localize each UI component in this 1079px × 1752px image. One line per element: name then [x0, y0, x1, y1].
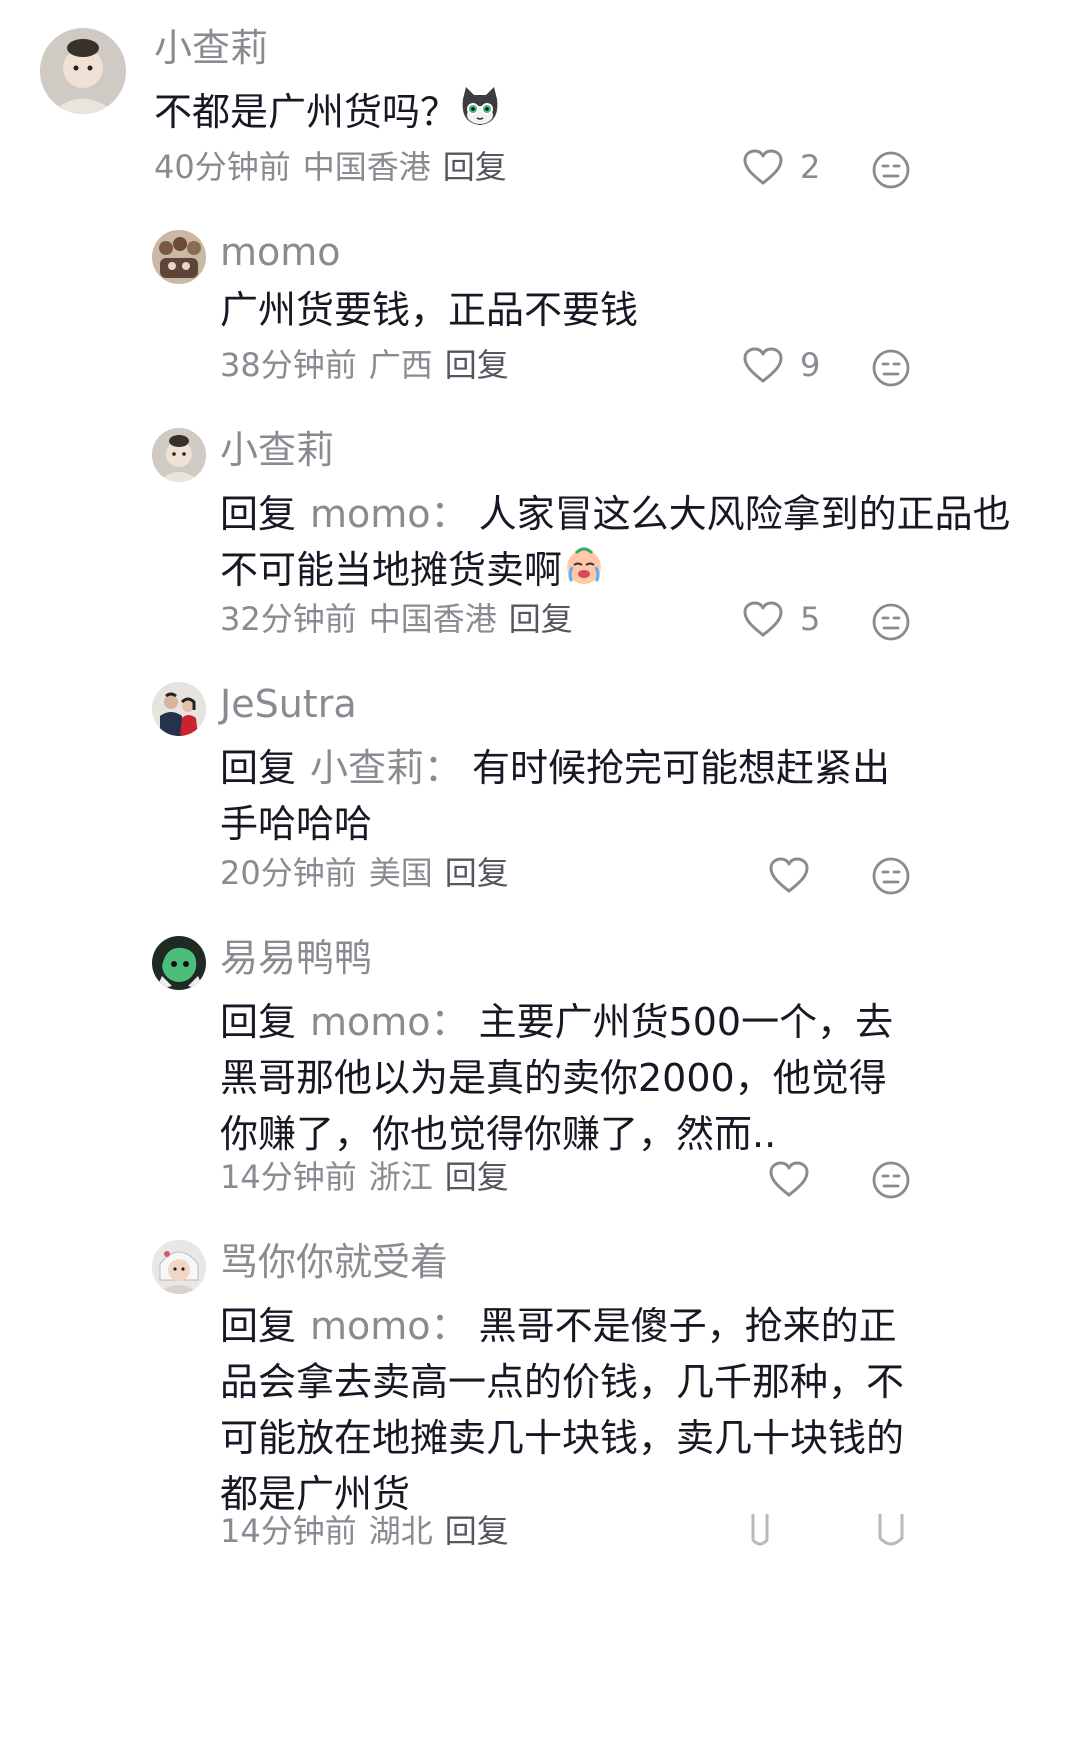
- avatar[interactable]: [152, 230, 206, 284]
- comment-text: 不都是广州货吗？: [154, 84, 1029, 144]
- avatar[interactable]: [152, 682, 206, 736]
- reply-target-username[interactable]: momo: [310, 1000, 431, 1044]
- dislike-icon[interactable]: [871, 1160, 911, 1200]
- username[interactable]: 小查莉: [220, 428, 334, 474]
- dislike-icon[interactable]: [871, 602, 911, 642]
- like-button[interactable]: [768, 856, 810, 894]
- reply-prefix: 回复: [220, 746, 297, 790]
- timestamp: 40分钟前: [154, 148, 291, 186]
- heart-icon: [769, 1161, 809, 1197]
- location: 浙江: [368, 1158, 433, 1196]
- reply-button[interactable]: 回复: [445, 854, 509, 892]
- like-count: 9: [800, 346, 821, 384]
- comment-text: 回复 momo： 黑哥不是傻子，抢来的正品会拿去卖高一点的价钱，几千那种，不可能放在…: [220, 1298, 909, 1522]
- location: 中国香港: [302, 148, 431, 186]
- comment-text-content: 不都是广州货吗？: [154, 90, 459, 134]
- comment-meta: 32分钟前 中国香港 回复: [220, 600, 585, 638]
- reply-target-username[interactable]: 小查莉: [310, 746, 424, 790]
- comment-text: 回复 小查莉： 有时候抢完可能想赶紧出手哈哈哈: [220, 740, 914, 852]
- reply-colon: ：: [430, 492, 469, 536]
- reply-target-username[interactable]: momo: [310, 492, 431, 536]
- avatar[interactable]: [152, 936, 206, 990]
- timestamp: 20分钟前: [220, 854, 357, 892]
- reply-prefix: 回复: [220, 1304, 297, 1348]
- comment-meta: 40分钟前 中国香港 回复: [154, 148, 519, 186]
- location: 广西: [368, 346, 433, 384]
- like-button[interactable]: 2: [742, 148, 820, 186]
- comment-text: 回复 momo： 主要广州货500一个，去黑哥那他以为是真的卖你2000，他觉得你赚…: [220, 994, 909, 1162]
- username[interactable]: JeSutra: [220, 682, 357, 728]
- like-count: 2: [800, 148, 821, 186]
- comment-meta: 20分钟前 美国 回复: [220, 854, 521, 892]
- comment-thread: 小查莉 不都是广州货吗？ 40分钟前 中国香港 回复 2 momo 广州货要钱，正品…: [0, 0, 1079, 1752]
- username[interactable]: 骂你你就受着: [220, 1240, 448, 1286]
- timestamp: 14分钟前: [220, 1512, 357, 1550]
- reply-button[interactable]: 回复: [509, 600, 573, 638]
- heart-icon: [743, 149, 783, 185]
- like-button[interactable]: 5: [742, 600, 820, 638]
- comment-meta: 14分钟前 浙江 回复: [220, 1158, 521, 1196]
- comment-meta: 14分钟前 湖北 回复: [220, 1512, 521, 1550]
- like-count: 5: [800, 600, 821, 638]
- username[interactable]: momo: [220, 230, 341, 276]
- location: 美国: [368, 854, 433, 892]
- cat-emoji-icon: [458, 85, 502, 144]
- location: 湖北: [368, 1512, 433, 1550]
- crying-emoji-icon: [562, 543, 606, 602]
- avatar[interactable]: [152, 428, 206, 482]
- scroll-indicator-left-icon: [751, 1514, 769, 1546]
- reply-prefix: 回复: [220, 1000, 297, 1044]
- heart-icon: [743, 347, 783, 383]
- timestamp: 38分钟前: [220, 346, 357, 384]
- reply-button[interactable]: 回复: [445, 1512, 509, 1550]
- username[interactable]: 易易鸭鸭: [220, 936, 372, 982]
- username[interactable]: 小查莉: [154, 26, 268, 72]
- timestamp: 32分钟前: [220, 600, 357, 638]
- reply-target-username[interactable]: momo: [310, 1304, 431, 1348]
- reply-button[interactable]: 回复: [443, 148, 507, 186]
- dislike-icon[interactable]: [871, 856, 911, 896]
- dislike-icon[interactable]: [871, 150, 911, 190]
- heart-icon: [769, 857, 809, 893]
- comment-meta: 38分钟前 广西 回复: [220, 346, 521, 384]
- comment-text: 回复 momo： 人家冒这么大风险拿到的正品也不可能当地摊货卖啊: [220, 486, 1029, 602]
- reply-button[interactable]: 回复: [445, 346, 509, 384]
- like-button[interactable]: 9: [742, 346, 820, 384]
- reply-colon: ：: [430, 1304, 469, 1348]
- comment-text: 广州货要钱，正品不要钱: [220, 288, 639, 332]
- scroll-indicator-right-icon: [878, 1514, 904, 1546]
- like-button[interactable]: [768, 1160, 810, 1198]
- dislike-icon[interactable]: [871, 348, 911, 388]
- avatar[interactable]: [152, 1240, 206, 1294]
- location: 中国香港: [368, 600, 497, 638]
- reply-prefix: 回复: [220, 492, 297, 536]
- reply-colon: ：: [430, 1000, 469, 1044]
- avatar[interactable]: [40, 28, 126, 114]
- reply-button[interactable]: 回复: [445, 1158, 509, 1196]
- timestamp: 14分钟前: [220, 1158, 357, 1196]
- reply-colon: ：: [424, 746, 463, 790]
- heart-icon: [743, 601, 783, 637]
